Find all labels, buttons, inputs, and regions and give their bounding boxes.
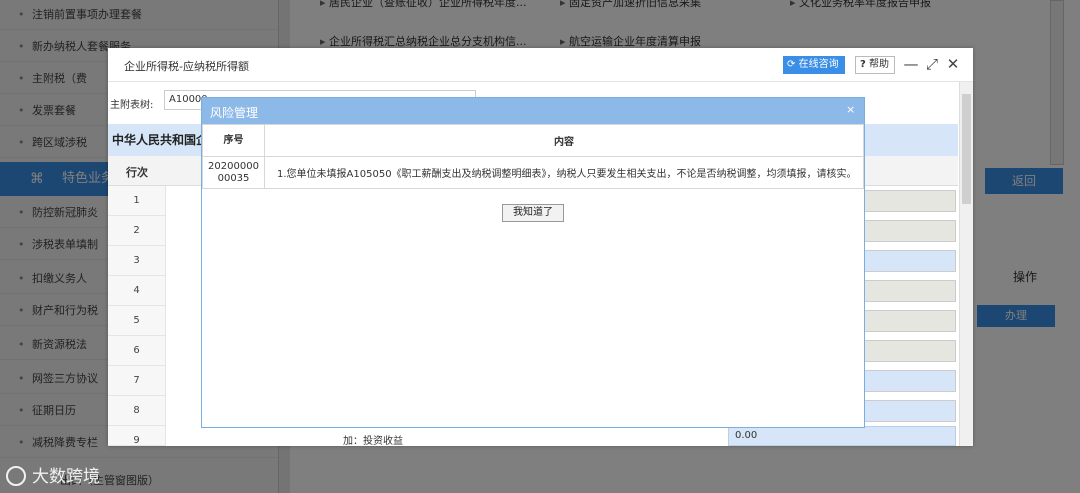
close-icon[interactable]: ✕ — [945, 55, 961, 73]
investment-income-label: 加：投资收益 — [343, 436, 403, 447]
row-number: 2 — [108, 216, 166, 246]
form-tree-label: 主附表树: — [110, 100, 154, 111]
help-button[interactable]: ? 帮助 — [855, 56, 895, 74]
table-row: 2020000000035 1.您单位未填报A105050《职工薪酬支出及纳税调… — [202, 156, 864, 189]
risk-content-cell: 1.您单位未填报A105050《职工薪酬支出及纳税调整明细表》，纳税人只要发生相… — [264, 156, 864, 189]
table-header-row: 序号 内容 — [202, 124, 864, 157]
scrollbar-thumb[interactable] — [962, 94, 971, 204]
column-header-content: 内容 — [264, 124, 864, 157]
minimize-icon[interactable]: — — [903, 55, 919, 73]
watermark: 大数跨境 — [6, 462, 100, 487]
question-icon: ? — [860, 59, 866, 70]
acknowledge-button[interactable]: 我知道了 — [502, 204, 564, 222]
row-number: 8 — [108, 396, 166, 426]
risk-modal: 风险管理 × 序号 内容 2020000000035 1.您单位未填报A1050… — [201, 97, 865, 428]
column-header-no: 序号 — [202, 124, 265, 157]
dialog-header: 企业所得税-应纳税所得额 ⟳ 在线咨询 ? 帮助 — ⤢ ✕ — [108, 48, 973, 82]
row-number: 9 — [108, 426, 166, 446]
row-number: 4 — [108, 276, 166, 306]
row-number: 7 — [108, 366, 166, 396]
row-number: 1 — [108, 186, 166, 216]
risk-table: 序号 内容 2020000000035 1.您单位未填报A105050《职工薪酬… — [202, 124, 864, 189]
risk-modal-header: 风险管理 × — [202, 98, 864, 124]
close-icon[interactable]: × — [846, 103, 855, 116]
online-consult-button[interactable]: ⟳ 在线咨询 — [783, 56, 845, 74]
row-number: 6 — [108, 336, 166, 366]
risk-number-cell: 2020000000035 — [202, 156, 265, 189]
investment-income-value[interactable]: 0.00 — [728, 426, 956, 446]
row-number: 5 — [108, 306, 166, 336]
dialog-title: 企业所得税-应纳税所得额 — [124, 60, 249, 73]
dialog-scrollbar[interactable] — [959, 82, 973, 446]
watermark-logo-icon — [6, 466, 26, 486]
refresh-icon: ⟳ — [787, 59, 796, 70]
row-number: 3 — [108, 246, 166, 276]
row-header-label: 行次 — [126, 166, 148, 179]
risk-modal-title: 风险管理 — [210, 106, 259, 120]
maximize-icon[interactable]: ⤢ — [924, 55, 940, 73]
